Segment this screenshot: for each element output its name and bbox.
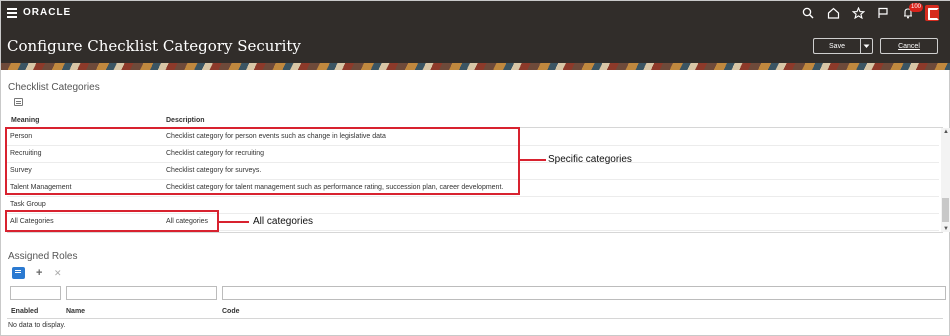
home-icon[interactable] [825, 5, 841, 21]
flag-icon[interactable] [875, 5, 891, 21]
filter-name-input[interactable] [66, 286, 217, 300]
search-icon[interactable] [800, 5, 816, 21]
scroll-up-icon[interactable]: ▲ [943, 129, 949, 135]
empty-table-message: No data to display. [8, 322, 66, 329]
user-avatar[interactable] [925, 5, 939, 21]
favorites-star-icon[interactable] [850, 5, 866, 21]
column-header-enabled[interactable]: Enabled [11, 308, 38, 315]
global-toolbar: 100 [800, 3, 939, 22]
specific-categories-highlight [5, 127, 520, 195]
notifications-bell-icon[interactable]: 100 [900, 3, 924, 21]
global-header: ORACLE 100 [1, 1, 950, 25]
column-header-name[interactable]: Name [66, 308, 85, 315]
add-icon[interactable]: + [36, 267, 42, 279]
specific-callout-line [520, 159, 546, 161]
all-categories-highlight [5, 210, 219, 232]
page-header: Configure Checklist Category Security Sa… [1, 25, 950, 63]
specific-categories-callout: Specific categories [548, 154, 632, 165]
save-button[interactable]: Save [813, 38, 860, 54]
chevron-down-icon [863, 44, 870, 48]
scroll-thumb[interactable] [942, 198, 949, 222]
export-icon[interactable] [12, 267, 25, 279]
all-callout-line [219, 221, 249, 223]
save-button-group: Save [813, 38, 873, 54]
oracle-logo: ORACLE [23, 7, 72, 18]
filter-code-input[interactable] [222, 286, 946, 300]
export-icon[interactable] [14, 98, 23, 106]
filter-enabled-input[interactable] [10, 286, 61, 300]
checklist-categories-heading: Checklist Categories [8, 82, 100, 93]
cell-meaning: Task Group [10, 201, 46, 208]
table-scrollbar[interactable]: ▲ ▼ [941, 128, 950, 232]
save-options-button[interactable] [860, 38, 873, 54]
roles-header-divider [7, 318, 943, 319]
navigator-menu-icon[interactable] [7, 7, 17, 18]
section-divider [7, 232, 943, 233]
page-title: Configure Checklist Category Security [7, 37, 301, 55]
column-header-code[interactable]: Code [222, 308, 240, 315]
column-header-meaning[interactable]: Meaning [11, 117, 39, 124]
cancel-button[interactable]: Cancel [880, 38, 938, 54]
page: ORACLE 100 Configure Checklist Category … [0, 0, 950, 336]
column-header-description[interactable]: Description [166, 117, 205, 124]
scroll-down-icon[interactable]: ▼ [943, 226, 949, 232]
all-categories-callout: All categories [253, 216, 314, 227]
decorative-banner [1, 63, 950, 70]
assigned-roles-heading: Assigned Roles [8, 251, 78, 262]
notification-count-badge: 100 [909, 3, 924, 12]
delete-icon[interactable]: ✕ [54, 268, 62, 279]
